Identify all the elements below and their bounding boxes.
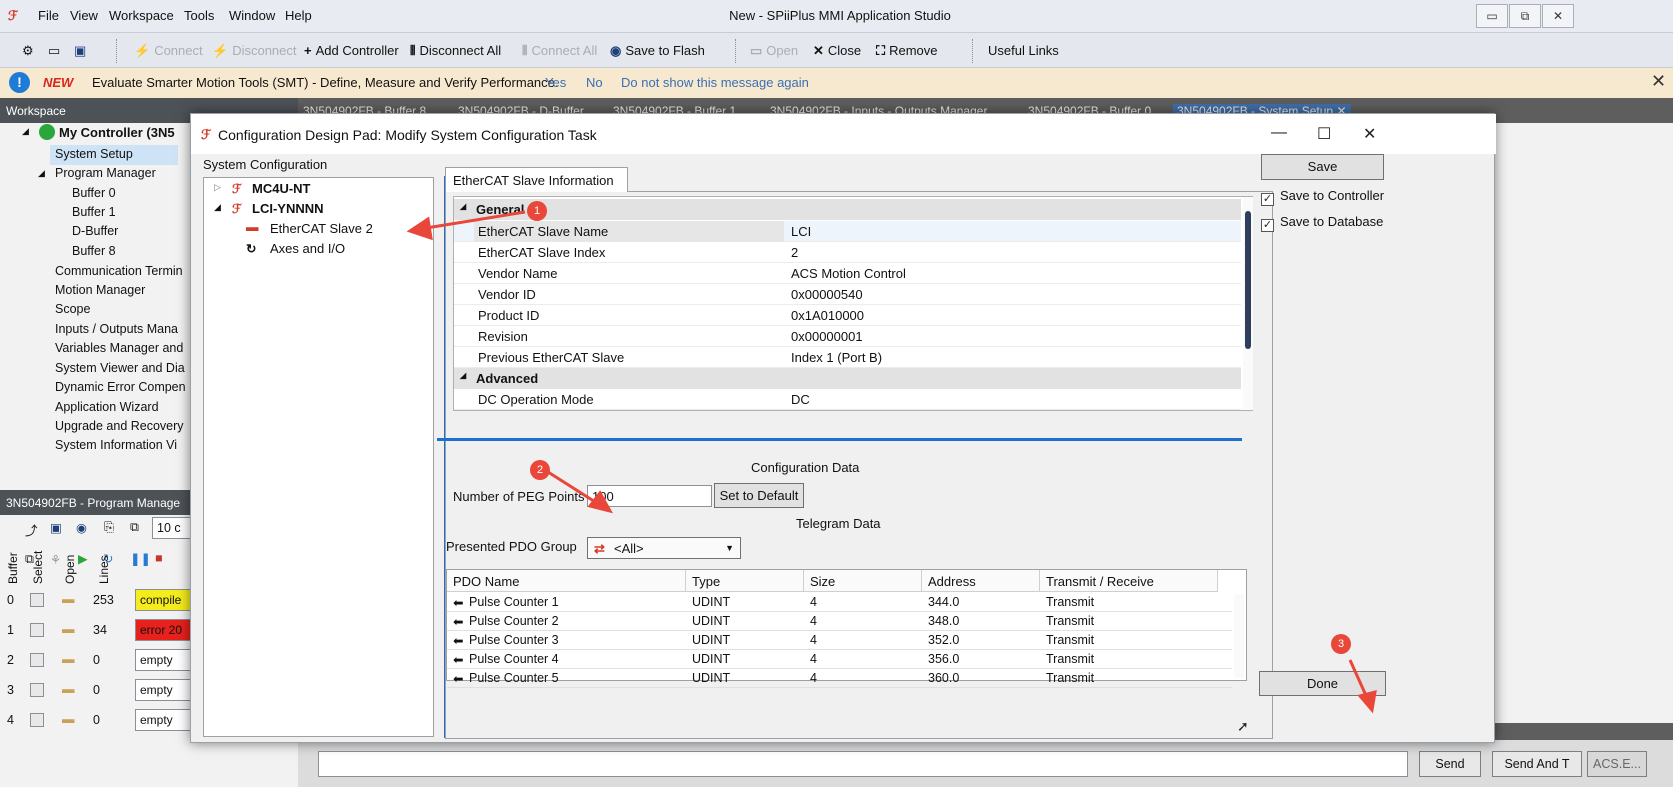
arrow-2-head (587, 490, 613, 514)
mouse-cursor-icon: ➚ (1237, 718, 1249, 734)
callout-2: 2 (530, 460, 550, 480)
annotation-arrows (406, 210, 1377, 714)
callout-3: 3 (1331, 634, 1351, 654)
arrow-1-head (406, 216, 433, 241)
callout-1: 1 (527, 201, 547, 221)
arrow-3-head (1357, 689, 1377, 714)
arrow-1-line (419, 210, 526, 231)
arrow-2-line (547, 470, 601, 507)
